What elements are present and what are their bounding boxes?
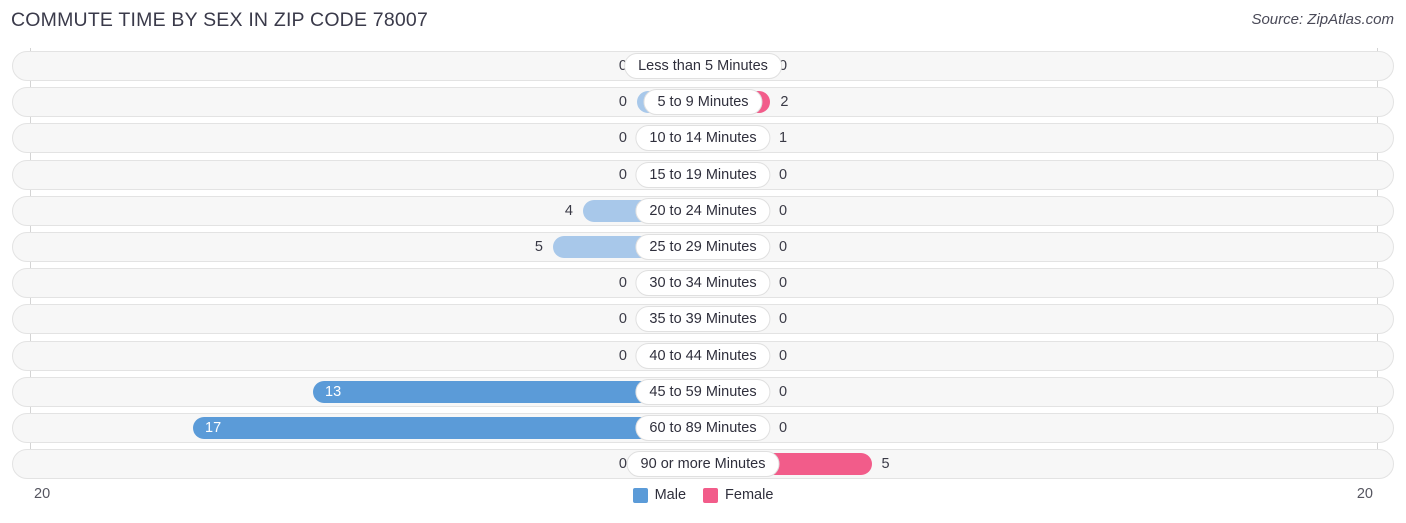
legend-item-female[interactable]: Female <box>703 487 773 503</box>
category-label: 15 to 19 Minutes <box>635 161 771 188</box>
chart-footer: 20 20 Male Female <box>0 483 1406 523</box>
page-title: COMMUTE TIME BY SEX IN ZIP CODE 78007 <box>11 9 429 31</box>
chart-header: COMMUTE TIME BY SEX IN ZIP CODE 78007 So… <box>0 0 1406 40</box>
category-label: 25 to 29 Minutes <box>635 234 771 260</box>
category-label: 30 to 34 Minutes <box>635 270 771 297</box>
source-attribution: Source: ZipAtlas.com <box>1251 11 1394 28</box>
category-label: Less than 5 Minutes <box>624 53 782 79</box>
bar-value-male: 0 <box>618 58 627 74</box>
category-label: 60 to 89 Minutes <box>635 415 771 441</box>
bar-value-female: 0 <box>779 347 788 364</box>
bar-value-male: 0 <box>618 347 627 364</box>
category-label: 20 to 24 Minutes <box>635 197 771 224</box>
chart-legend: Male Female <box>0 487 1406 503</box>
bar-value-male: 5 <box>534 239 543 255</box>
bar-value-female: 5 <box>881 456 890 473</box>
bar-value-male: 17 <box>205 420 222 436</box>
bar-male <box>193 417 703 439</box>
bar-value-female: 2 <box>780 94 789 111</box>
legend-item-male[interactable]: Male <box>632 487 687 503</box>
bar-value-female: 0 <box>779 239 788 255</box>
bar-value-male: 0 <box>618 311 627 328</box>
category-label: 10 to 14 Minutes <box>635 125 771 152</box>
legend-swatch-icon <box>703 487 719 503</box>
bar-value-female: 0 <box>779 420 788 436</box>
bar-value-male: 0 <box>618 456 627 473</box>
category-label: 35 to 39 Minutes <box>635 306 771 333</box>
bar-value-female: 0 <box>779 166 788 183</box>
bar-value-male: 0 <box>618 166 627 183</box>
legend-item-label: Female <box>725 487 774 503</box>
bar-value-male: 0 <box>618 94 627 111</box>
bar-value-male: 0 <box>618 130 627 147</box>
bar-value-female: 0 <box>779 58 788 74</box>
bar-value-female: 0 <box>779 202 788 219</box>
bar-value-male: 4 <box>564 202 573 219</box>
bar-value-female: 0 <box>779 311 788 328</box>
category-label: 5 to 9 Minutes <box>643 89 763 116</box>
bar-value-male: 0 <box>618 275 627 292</box>
bar-value-female: 0 <box>779 383 788 400</box>
category-label: 40 to 44 Minutes <box>635 342 771 369</box>
legend-item-label: Male <box>654 487 687 503</box>
chart-plot-area: 0 0 Less than 5 Minutes 0 2 5 to 9 Minutes 0 1 1… <box>0 48 1406 483</box>
category-label: 90 or more Minutes <box>626 451 780 478</box>
legend-swatch-icon <box>632 487 648 503</box>
bar-value-male: 13 <box>325 383 342 400</box>
bar-value-female: 1 <box>779 130 788 147</box>
category-label: 45 to 59 Minutes <box>635 378 771 405</box>
bar-value-female: 0 <box>779 275 788 292</box>
